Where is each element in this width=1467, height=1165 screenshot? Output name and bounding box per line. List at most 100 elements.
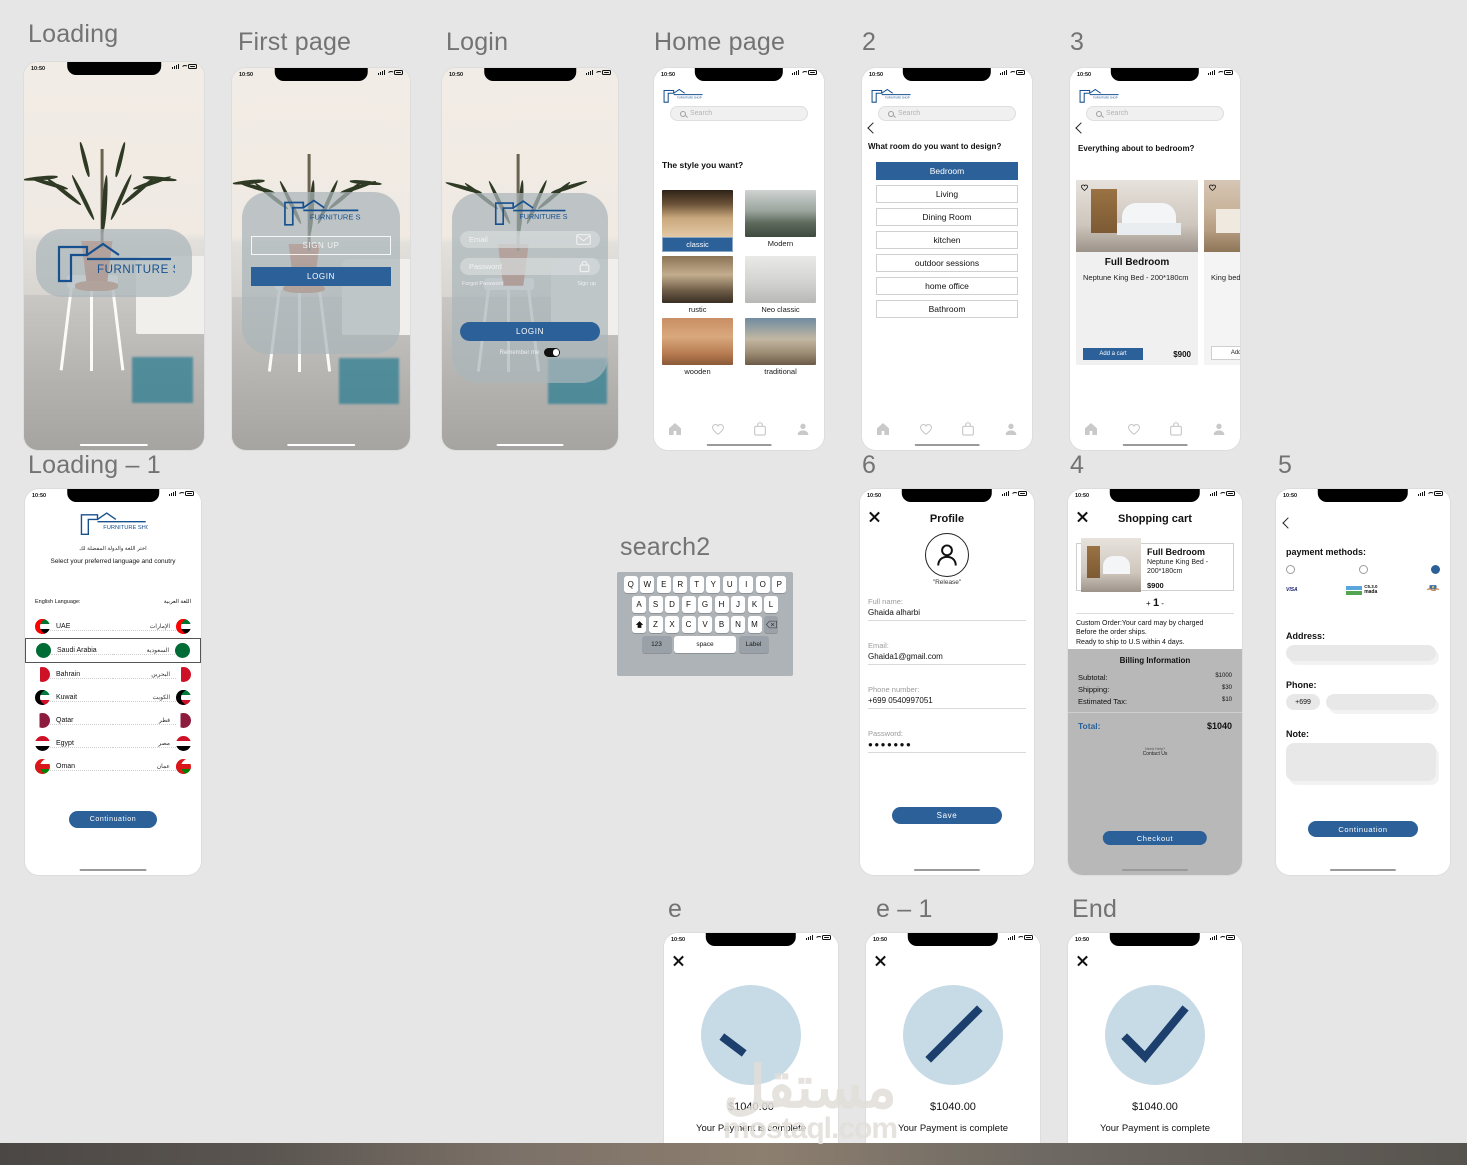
cart-line-item[interactable]: Full Bedroom Neptune King Bed - 200*180c… [1076, 538, 1234, 592]
login-submit-button[interactable]: LOGIN [460, 322, 600, 341]
home-icon[interactable] [667, 421, 683, 437]
back-chevron-icon[interactable] [1282, 517, 1294, 529]
heart-icon[interactable] [710, 421, 726, 437]
room-option-outdoor[interactable]: outdoor sessions [876, 254, 1018, 272]
product-card[interactable]: Full King bed Brooklyn Add a c [1204, 180, 1240, 365]
key-u[interactable]: U [722, 576, 737, 593]
key-o[interactable]: O [755, 576, 770, 593]
room-option-kitchen[interactable]: kitchen [876, 231, 1018, 249]
room-option-dining[interactable]: Dining Room [876, 208, 1018, 226]
radio-mada[interactable] [1358, 565, 1368, 574]
key-f[interactable]: F [681, 596, 696, 613]
search-input[interactable]: Search [670, 106, 808, 121]
remember-me-toggle[interactable] [544, 348, 561, 357]
key-l[interactable]: L [764, 596, 778, 613]
key-z[interactable]: Z [648, 616, 663, 633]
note-input[interactable] [1286, 743, 1436, 781]
contact-us-link[interactable]: Contact Us [1068, 751, 1242, 757]
key-p[interactable]: P [772, 576, 787, 593]
key-j[interactable]: J [731, 596, 745, 613]
key-e[interactable]: E [656, 576, 671, 593]
key-q[interactable]: Q [623, 576, 638, 593]
add-to-cart-button[interactable]: Add a c [1211, 346, 1240, 360]
password-field[interactable]: Password: ●●●●●●● [868, 729, 1026, 753]
email-field[interactable]: Email: Ghaida1@gmail.com [868, 641, 1026, 665]
style-card-neo-classic[interactable]: Neo classic [745, 256, 816, 314]
key-c[interactable]: C [681, 616, 696, 633]
country-row-egypt[interactable]: Egypt مصر [25, 732, 201, 755]
key-h[interactable]: H [714, 596, 729, 613]
add-to-cart-button[interactable]: Add a cart [1083, 348, 1143, 360]
style-card-classic[interactable]: classic [662, 190, 733, 252]
phone-input[interactable] [1326, 694, 1436, 710]
country-row-uae[interactable]: UAE الإمارات [25, 615, 201, 638]
close-icon[interactable] [874, 955, 886, 967]
key-d[interactable]: D [665, 596, 679, 613]
style-card-wooden[interactable]: wooden [662, 318, 733, 376]
country-row-oman[interactable]: Oman عمان [25, 755, 201, 778]
remember-me-row[interactable]: Remember me [452, 348, 608, 357]
home-icon[interactable] [875, 421, 891, 437]
person-icon[interactable] [795, 421, 811, 437]
style-card-traditional[interactable]: traditional [745, 318, 816, 376]
key-m[interactable]: M [747, 616, 762, 633]
home-icon[interactable] [1083, 421, 1099, 437]
numbers-key[interactable]: 123 [641, 636, 672, 653]
close-icon[interactable] [672, 955, 684, 967]
search-input[interactable]: Search [878, 106, 1016, 121]
key-i[interactable]: I [739, 576, 754, 593]
save-button[interactable]: Save [892, 807, 1002, 824]
key-y[interactable]: Y [706, 576, 721, 593]
key-k[interactable]: K [747, 596, 762, 613]
key-r[interactable]: R [673, 576, 688, 593]
product-card[interactable]: Full Bedroom Neptune King Bed - 200*180c… [1076, 180, 1198, 365]
sign-up-link[interactable]: Sign up [577, 281, 596, 287]
quantity-stepper[interactable]: + 1 - [1068, 597, 1242, 609]
email-field[interactable]: Email [460, 231, 600, 248]
forgot-password-link[interactable]: Forgot Password [462, 281, 504, 287]
back-chevron-icon[interactable] [867, 122, 879, 134]
key-s[interactable]: S [648, 596, 663, 613]
country-row-saudi-arabia[interactable]: Saudi Arabia السعودية [25, 638, 201, 663]
phone-field[interactable]: Phone number: +699 0540997051 [868, 685, 1026, 709]
style-card-rustic[interactable]: rustic [662, 256, 733, 314]
key-a[interactable]: A [632, 596, 646, 613]
sign-up-button[interactable]: SIGN UP [251, 236, 391, 255]
backspace-icon[interactable] [764, 616, 778, 633]
key-v[interactable]: V [698, 616, 712, 633]
room-option-bathroom[interactable]: Bathroom [876, 300, 1018, 318]
country-row-qatar[interactable]: Qatar قطر [25, 709, 201, 732]
need-help-block[interactable]: Need Help? Contact Us [1068, 747, 1242, 757]
style-card-modern[interactable]: Modern [745, 190, 816, 252]
bag-icon[interactable] [960, 421, 976, 437]
login-button[interactable]: LOGIN [251, 267, 391, 286]
password-field[interactable]: Password [460, 258, 600, 275]
heart-icon[interactable] [1080, 183, 1089, 192]
room-option-bedroom[interactable]: Bedroom [876, 162, 1018, 180]
bag-icon[interactable] [1168, 421, 1184, 437]
avatar[interactable] [925, 533, 969, 577]
radio-cash-on-delivery[interactable] [1431, 565, 1440, 574]
person-icon[interactable] [1003, 421, 1019, 437]
key-t[interactable]: T [689, 576, 704, 593]
quantity-plus[interactable]: + [1146, 599, 1151, 608]
heart-icon[interactable] [1126, 421, 1142, 437]
room-option-living[interactable]: Living [876, 185, 1018, 203]
address-input[interactable] [1286, 645, 1436, 661]
full-name-field[interactable]: Full name: Ghaida alharbi [868, 597, 1026, 621]
radio-visa[interactable] [1286, 565, 1295, 574]
bag-icon[interactable] [752, 421, 768, 437]
checkout-button[interactable]: Checkout [1102, 831, 1208, 845]
heart-icon[interactable] [918, 421, 934, 437]
quantity-minus[interactable]: - [1161, 599, 1164, 608]
key-n[interactable]: N [731, 616, 745, 633]
shift-icon[interactable] [632, 616, 646, 633]
country-row-kuwait[interactable]: Kuwait الكويت [25, 686, 201, 709]
person-icon[interactable] [1211, 421, 1227, 437]
country-row-bahrain[interactable]: Bahrain البحرين [25, 663, 201, 686]
label-key[interactable]: Label [738, 636, 769, 653]
key-b[interactable]: B [714, 616, 729, 633]
continuation-button[interactable]: Continuation [1308, 821, 1418, 837]
space-key[interactable]: space [674, 636, 736, 653]
close-icon[interactable] [1076, 955, 1088, 967]
